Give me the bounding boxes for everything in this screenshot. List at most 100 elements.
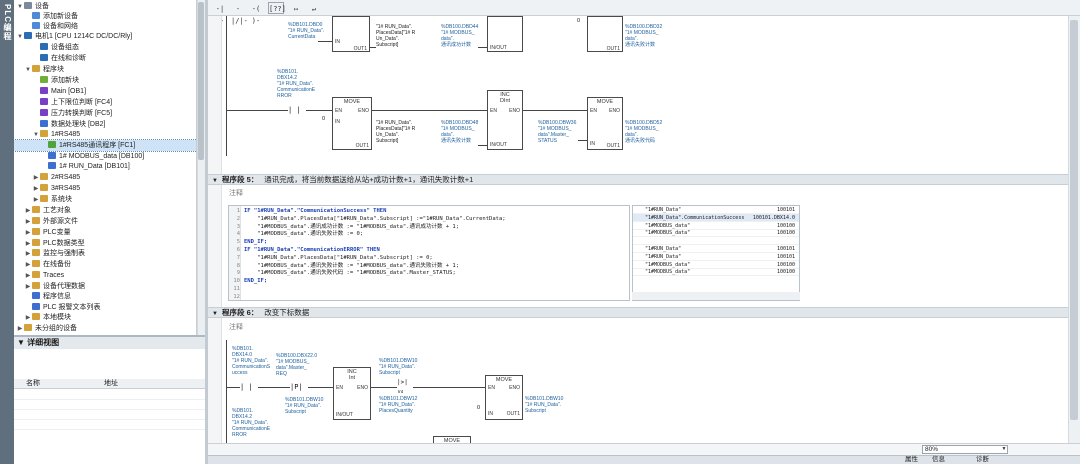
tree-item[interactable]: Main [OB1] — [14, 86, 196, 97]
line-number: 3 — [236, 223, 240, 230]
move-block[interactable]: MOVE EN ENO IN OUT1 — [587, 97, 623, 150]
tab-info[interactable]: 信息 — [932, 455, 945, 464]
tree-item[interactable]: ▶ 2#RS485 — [14, 172, 196, 183]
operand-label[interactable]: %DB101.DBW10 "1# RUN_Data". Subscript — [379, 358, 417, 376]
tree-scroll-thumb[interactable] — [198, 2, 204, 160]
tree-item[interactable]: 压力转换判断 [FC5] — [14, 108, 196, 119]
collapse-icon[interactable]: ▼ — [208, 309, 222, 319]
tree-item[interactable]: ▶ 3#RS485 — [14, 183, 196, 194]
tree-item-label: 工艺对象 — [43, 207, 71, 214]
code-line[interactable]: IF "1#RUN_Data"."CommunicationSuccess" T… — [244, 207, 386, 215]
no-contact-icon[interactable]: -| |- — [212, 2, 228, 25]
inc-block[interactable]: INC DInt EN ENO IN/OUT — [487, 90, 523, 150]
code-line[interactable]: "1#RUN_Data".PlacesData["1#RUN_Data".Sub… — [244, 254, 433, 262]
nc-contact-icon[interactable]: -|/|- — [230, 2, 248, 25]
tree-item[interactable]: 程序信息 — [14, 291, 196, 302]
tree-item[interactable]: ▶ 在线备份 — [14, 259, 196, 270]
tree-item[interactable]: ▶ 工艺对象 — [14, 205, 196, 216]
zoom-select[interactable]: 80% — [922, 445, 1008, 454]
close-branch-icon[interactable]: ↵ — [306, 2, 322, 14]
tree-item[interactable]: 1#RS485通讯程序 [FC1] — [14, 139, 196, 152]
tree-item[interactable]: 添加新块 — [14, 75, 196, 86]
operand-label[interactable]: %DB101.DBD0 "1# RUN_Data". CurrentData — [288, 22, 324, 40]
tree-item[interactable]: ▼ 电机1 [CPU 1214C DC/DC/Rly] — [14, 31, 196, 42]
operand-label[interactable]: %DB100.DBD32 "1# MODBUS_ data". 通讯失败计数 — [625, 24, 662, 48]
tree-item[interactable]: ▼ 程序块 — [14, 64, 196, 75]
contact-operand[interactable]: %DB100.DBX22.0 "1# MODBUS_ data".Master_… — [276, 353, 317, 377]
code-line[interactable]: "1#MODBUS_data".通讯失败代码 := "1#MODBUS_data… — [244, 269, 456, 277]
operand-label[interactable]: "1# RUN_Data". PlacesData["1# R Un_Data"… — [376, 24, 415, 48]
code-line[interactable]: END_IF; — [244, 277, 267, 285]
tree-item[interactable]: 在线和诊断 — [14, 53, 196, 64]
code-line[interactable]: "1#MODBUS_data".通讯失败计数 := 0; — [244, 230, 363, 238]
code-line[interactable]: IF "1#RUN_Data"."CommunicationERROR" THE… — [244, 246, 380, 254]
empty-box-icon[interactable]: [??] — [268, 2, 286, 14]
contact-operand[interactable]: %DB101. DBX14.0 "1# RUN_Data". Communica… — [232, 346, 270, 376]
tree-item[interactable]: ▶ 外部源文件 — [14, 216, 196, 227]
tree-item[interactable]: 设备组态 — [14, 42, 196, 53]
chevron-down-icon[interactable]: ▼ — [1001, 446, 1007, 453]
operand-label[interactable]: %DB101.DBW10 "1# RUN_Data". Subscript — [285, 397, 323, 415]
tree-node-icon — [24, 324, 32, 331]
constant-value[interactable]: 0 — [577, 18, 580, 24]
move-block[interactable]: MOVE EN ENO IN OUT1 — [485, 375, 523, 420]
move-block[interactable]: IN OUT1 — [332, 16, 370, 52]
operand-label[interactable]: %DB100.DBD52 "1# MODBUS_ data". 通讯失败代码 — [625, 120, 662, 144]
tree-item[interactable]: ▶ 未分组的设备 — [14, 323, 196, 335]
tab-properties[interactable]: 属性 — [905, 455, 918, 464]
code-line[interactable]: "1#MODBUS_data".通讯成功计数 := "1#MODBUS_data… — [244, 223, 459, 231]
inc-block[interactable]: INC Int EN ENO IN/OUT — [333, 367, 371, 420]
tree-item[interactable]: ▶ 本地模块 — [14, 312, 196, 323]
tree-item-label: 压力转换判断 [FC5] — [51, 110, 113, 117]
constant-value[interactable]: 0 — [477, 405, 480, 411]
column-name-header[interactable]: 名称 — [26, 379, 40, 389]
tree-node-icon — [32, 271, 40, 278]
network-comment[interactable]: 注释 — [229, 188, 243, 198]
constant-value[interactable]: 0 — [322, 116, 325, 122]
network-6-header[interactable]: ▼ 程序段 6： 改变下标数据 — [208, 307, 1068, 318]
plc-programming-side-tab[interactable]: PLC编程 — [0, 0, 14, 464]
tree-item[interactable]: 上下限位判断 [FC4] — [14, 97, 196, 108]
tree-item[interactable]: ▶ Traces — [14, 270, 196, 281]
no-contact[interactable]: | | — [240, 383, 253, 391]
operand-label[interactable]: %DB100.DBD44 "1# MODBUS_ data". 通讯成功计数 — [441, 24, 478, 48]
code-line[interactable]: "1#RUN_Data".PlacesData["1#RUN_Data".Sub… — [244, 215, 505, 223]
network-comment[interactable]: 注释 — [229, 322, 243, 332]
operand-label[interactable]: %DB100.DBD48 "1# MODBUS_ data". 通讯失败计数 — [441, 120, 478, 144]
operand-label[interactable]: %DB101.DBW12 "1# RUN_Data". PlacesQuanti… — [379, 396, 417, 414]
tree-item-label: 设备组态 — [51, 44, 79, 51]
editor-scroll-thumb[interactable] — [1070, 20, 1078, 420]
contact-operand[interactable]: %DB101. DBX14.2 "1# RUN_Data". Communica… — [277, 69, 315, 99]
column-address-header[interactable]: 地址 — [104, 379, 118, 389]
coil-icon[interactable]: -( )- — [248, 2, 264, 25]
contact-operand[interactable]: %DB101. DBX14.2 "1# RUN_Data". Communica… — [232, 408, 270, 438]
tree-item[interactable]: 1# RUN_Data [DB101] — [14, 161, 196, 172]
network-5-header[interactable]: ▼ 程序段 5： 通讯完成，将当前数据送给从站+成功计数+1，通讯失败计数+1 — [208, 174, 1068, 185]
tree-item[interactable]: ▶ 监控与强制表 — [14, 248, 196, 259]
move-block[interactable]: OUT1 — [587, 16, 623, 52]
operand-label[interactable]: "1# RUN_Data". PlacesData["1# R Un_Data"… — [376, 120, 415, 144]
inc-block[interactable]: IN/OUT — [487, 16, 523, 52]
compare-contact[interactable]: |>| — [397, 379, 408, 387]
chevron-right-icon[interactable]: ▶ — [16, 324, 24, 335]
tree-item[interactable]: ▼ 1#RS485 — [14, 129, 196, 140]
code-line[interactable]: "1#MODBUS_data".通讯失败计数 := "1#MODBUS_data… — [244, 262, 459, 270]
no-contact[interactable]: | | — [288, 106, 301, 114]
scl-hscrollbar[interactable] — [632, 292, 800, 300]
collapse-icon[interactable]: ▼ — [208, 176, 222, 186]
operand-label[interactable]: %DB100.DBW36 "1# MODBUS_ data".Master_ S… — [538, 120, 576, 144]
tab-diagnostics[interactable]: 诊断 — [976, 455, 989, 464]
tree-item[interactable]: ▶ PLC变量 — [14, 227, 196, 238]
p-edge-contact[interactable]: |P| — [290, 383, 303, 391]
tree-item-label: 添加新设备 — [43, 13, 78, 20]
network-description[interactable]: 通讯完成，将当前数据送给从站+成功计数+1，通讯失败计数+1 — [264, 175, 473, 184]
watch-row — [633, 237, 799, 246]
code-line[interactable]: END_IF; — [244, 238, 267, 246]
network-description[interactable]: 改变下标数据 — [264, 308, 309, 317]
compare-type: Int — [398, 389, 404, 394]
move-block[interactable]: MOVE EN ENO IN OUT1 — [332, 97, 372, 150]
open-branch-icon[interactable]: ↦ — [288, 2, 304, 14]
operand-label[interactable]: %DB101.DBW10 "1# RUN_Data". Subscript — [525, 396, 563, 414]
tree-item[interactable]: ▶ 系统块 — [14, 194, 196, 205]
detail-view-header[interactable]: ▼ 详细视图 — [14, 337, 208, 349]
